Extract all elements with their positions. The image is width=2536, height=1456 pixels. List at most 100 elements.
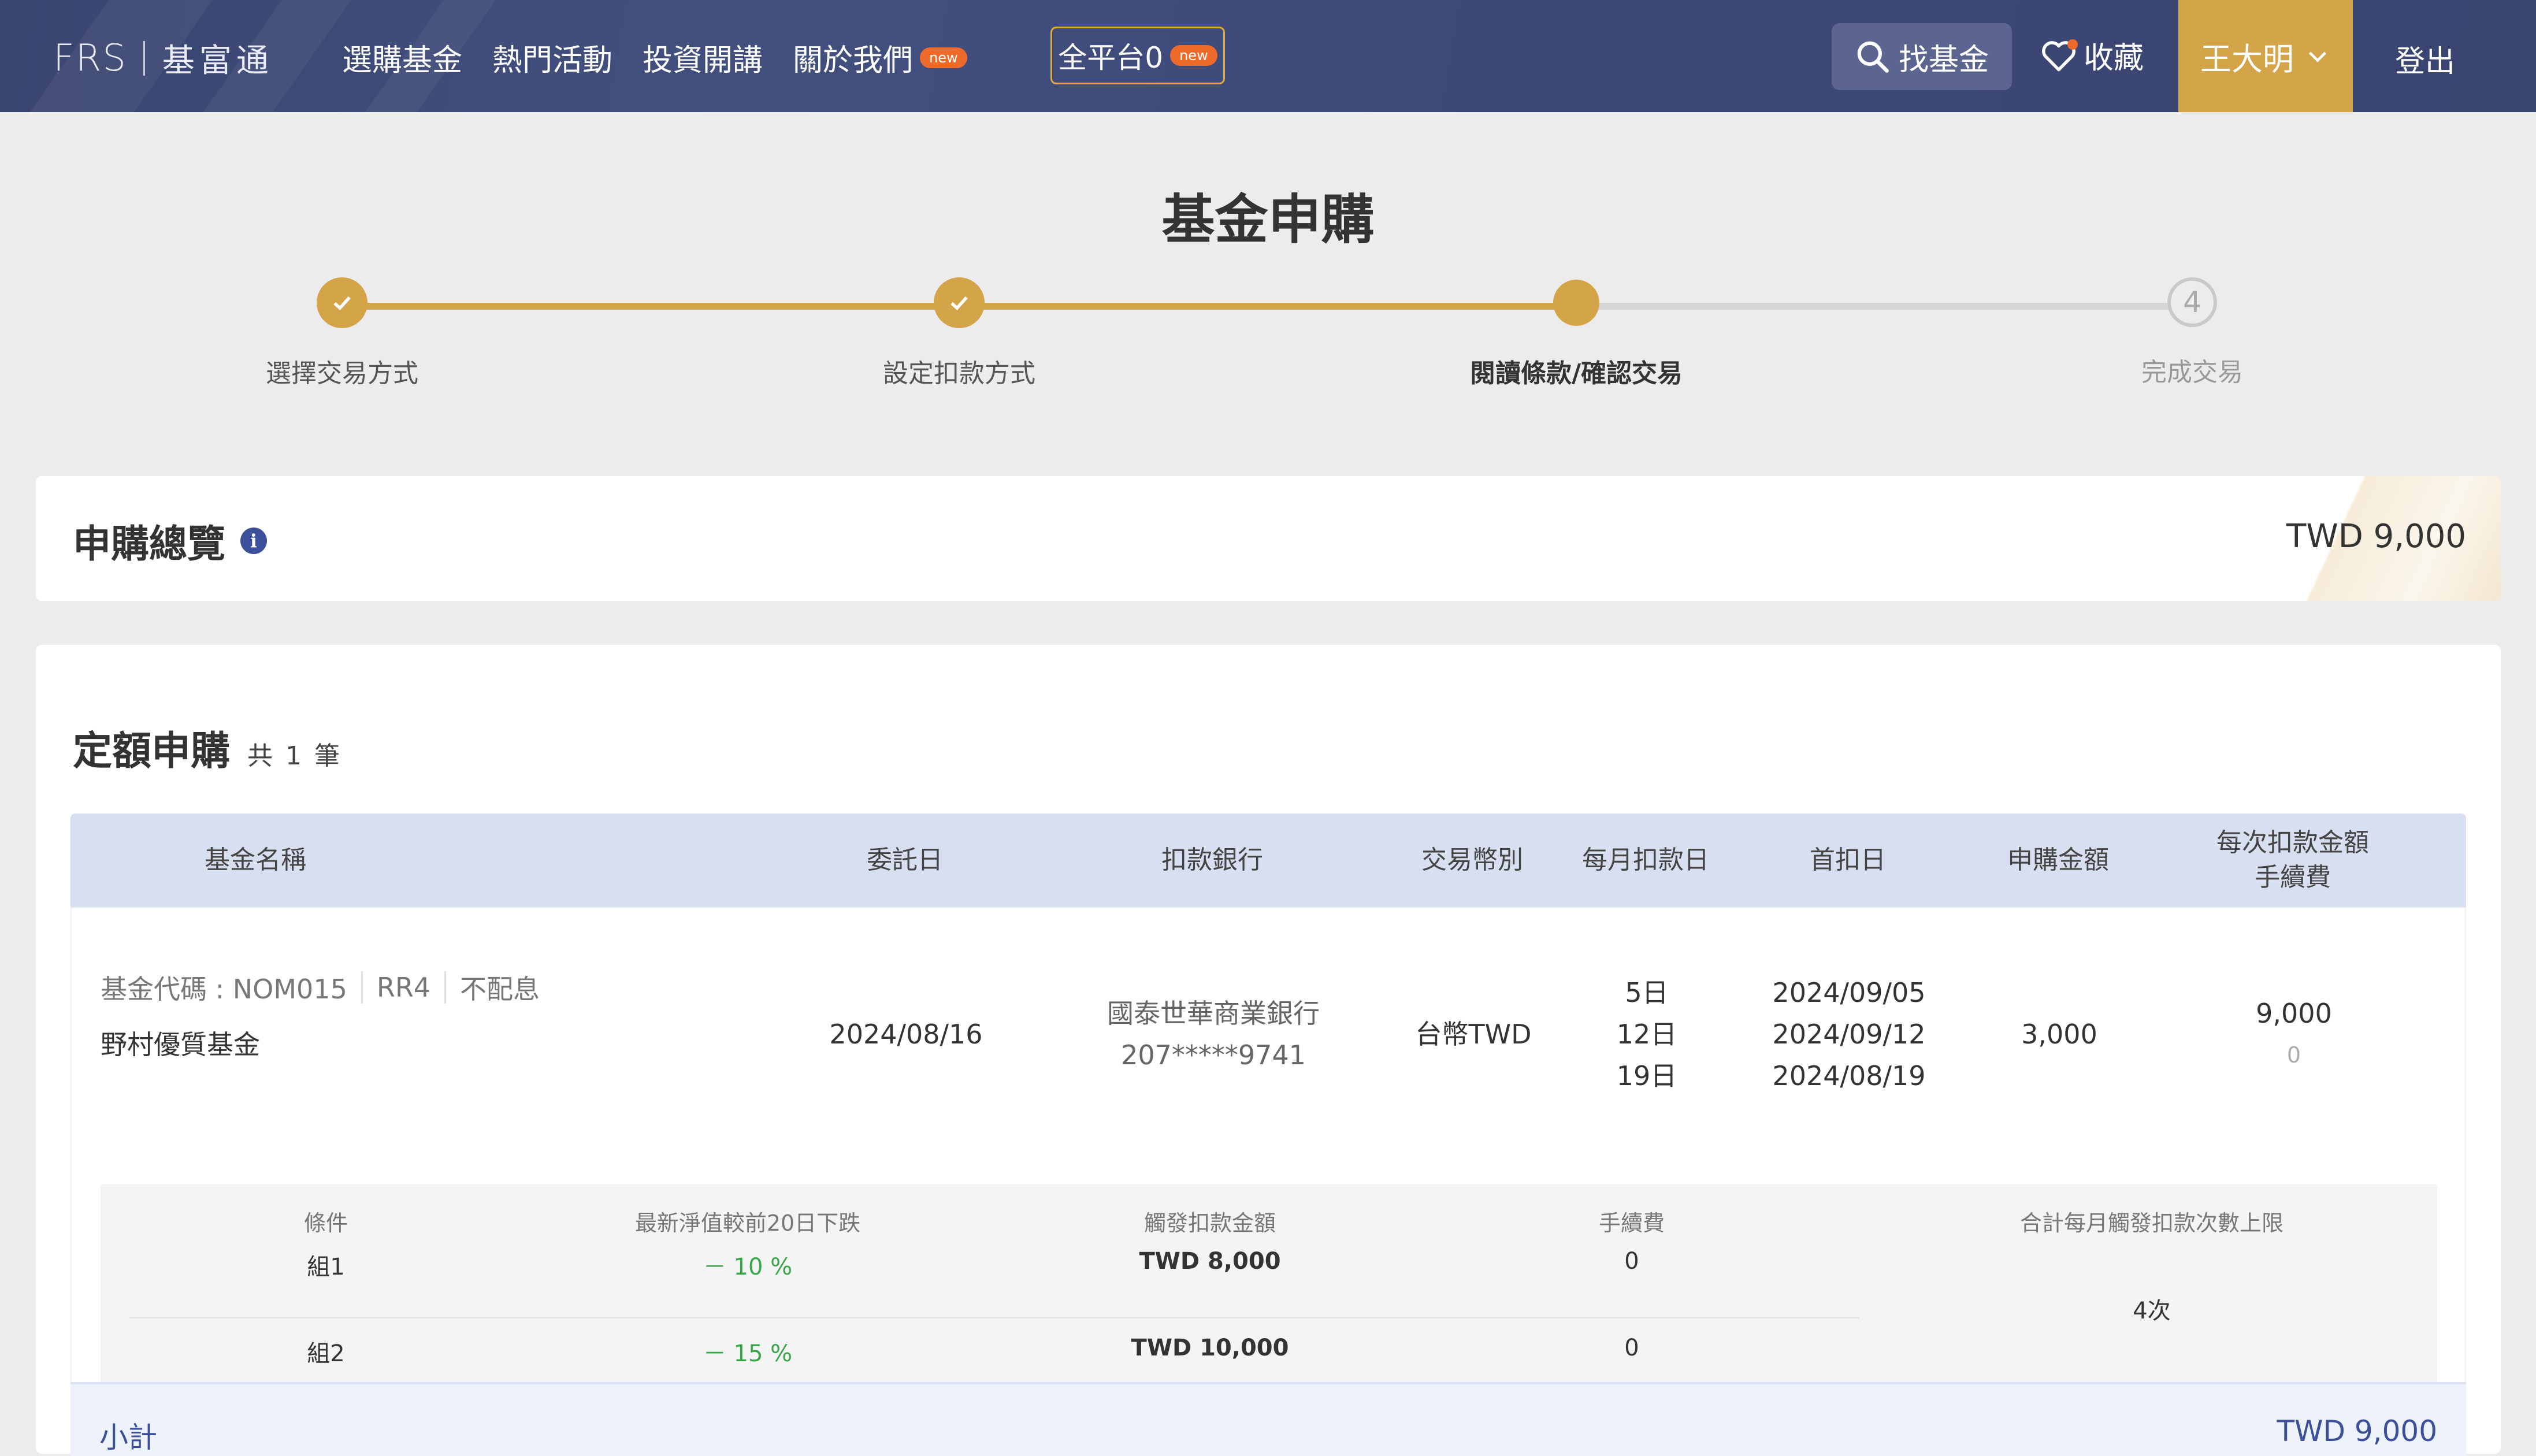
col-amount: 申購金額 xyxy=(2007,845,2109,875)
info-icon[interactable]: i xyxy=(240,528,267,554)
check-icon xyxy=(317,277,367,328)
nav-item-label: 投資開講 xyxy=(643,43,763,78)
meta-divider xyxy=(361,971,363,1004)
purchase-amount: 3,000 xyxy=(2021,1019,2097,1050)
cond-group: 組2 xyxy=(307,1340,345,1367)
new-badge: new xyxy=(920,47,967,68)
table-row: 基金代碼 : NOM015 RR4 不配息 野村優質基金 2024/08/16 … xyxy=(70,907,2466,1444)
subtotal-label: 小計 xyxy=(99,1421,157,1454)
fund-meta: 基金代碼 : NOM015 RR4 不配息 xyxy=(101,968,540,1006)
col-bank: 扣款銀行 xyxy=(1161,845,1263,875)
meta-divider xyxy=(444,971,447,1004)
summary-total: TWD 9,000 xyxy=(2286,518,2466,555)
summary-title: 申購總覽 i xyxy=(73,513,267,569)
platform-label: 全平台0 xyxy=(1058,41,1164,75)
top-navbar: FRS 基富通 選購基金 熱門活動 投資開講 關於我們 new 全平台0 new… xyxy=(0,0,2536,112)
regular-purchase-card: 定額申購 共 1 筆 基金名稱 委託日 扣款銀行 交易幣別 每月扣款日 首扣日 … xyxy=(36,645,2501,1456)
cond-trigger: TWD 10,000 xyxy=(1131,1335,1289,1361)
step-2: 設定扣款方式 xyxy=(728,277,1190,389)
step-label: 閱讀條款/確認交易 xyxy=(1469,359,1683,388)
cond-row-divider xyxy=(129,1317,1859,1318)
logout-link[interactable]: 登出 xyxy=(2395,37,2455,80)
user-menu-button[interactable]: 王大明 xyxy=(2178,0,2353,112)
bank-account: 207*****9741 xyxy=(1121,1039,1306,1071)
trigger-conditions-table: 條件 最新淨值較前20日下跌 觸發扣款金額 手續費 合計每月觸發扣款次數上限 組… xyxy=(101,1184,2437,1416)
step-number: 4 xyxy=(2167,277,2217,327)
step-label: 完成交易 xyxy=(2141,358,2243,387)
user-name: 王大明 xyxy=(2200,40,2294,77)
first-date: 2024/09/12 xyxy=(1772,1019,1926,1050)
chevron-down-icon xyxy=(2308,51,2327,62)
current-step-dot xyxy=(1553,280,1599,326)
col-per-deduct-line2: 手續費 xyxy=(2255,863,2331,892)
col-monthly-day: 每月扣款日 xyxy=(1582,845,1709,875)
monthly-day: 5日 xyxy=(1625,977,1669,1008)
bank-name: 國泰世華商業銀行 xyxy=(1107,998,1320,1029)
bank-info: 國泰世華商業銀行 207*****9741 xyxy=(1098,993,1329,1076)
step-3: 閱讀條款/確認交易 xyxy=(1345,277,1807,389)
first-dates: 2024/09/05 2024/09/12 2024/08/19 xyxy=(1762,972,1936,1097)
section-title: 定額申購 xyxy=(73,729,231,774)
col-fund-name: 基金名稱 xyxy=(205,845,306,875)
main-menu: 選購基金 熱門活動 投資開講 關於我們 new xyxy=(342,36,997,79)
nav-item-select-funds[interactable]: 選購基金 xyxy=(342,36,462,79)
dividend-type: 不配息 xyxy=(460,974,540,1005)
fund-code: 基金代碼 : NOM015 xyxy=(101,974,347,1005)
cond-col-condition: 條件 xyxy=(303,1210,348,1236)
fee-amount: 0 xyxy=(2286,1042,2301,1068)
table-header: 基金名稱 委託日 扣款銀行 交易幣別 每月扣款日 首扣日 申購金額 每次扣款金額… xyxy=(70,814,2466,907)
step-label: 選擇交易方式 xyxy=(266,359,418,388)
cond-col-limit: 合計每月觸發扣款次數上限 xyxy=(2019,1210,2283,1236)
monthly-day: 12日 xyxy=(1616,1019,1677,1050)
page-title: 基金申購 xyxy=(1161,189,1375,251)
nav-item-label: 選購基金 xyxy=(342,43,463,78)
risk-level: RR4 xyxy=(376,972,431,1003)
find-fund-button[interactable]: 找基金 xyxy=(1832,23,2012,90)
progress-stepper: 選擇交易方式 設定扣款方式 閱讀條款/確認交易 4 完成交易 xyxy=(0,277,2536,393)
subtotal-bar: 小計 TWD 9,000 xyxy=(70,1382,2466,1456)
col-entrust-date: 委託日 xyxy=(867,845,943,875)
cond-limit-value: 4次 xyxy=(2133,1298,2171,1324)
site-logo[interactable]: FRS 基富通 xyxy=(53,35,273,81)
entrust-date: 2024/08/16 xyxy=(829,1019,983,1050)
first-date: 2024/08/19 xyxy=(1772,1060,1926,1091)
section-count: 共 1 筆 xyxy=(247,741,342,771)
fund-name: 野村優質基金 xyxy=(101,1029,260,1060)
nav-item-about-us[interactable]: 關於我們 new xyxy=(793,36,967,79)
cond-fee: 0 xyxy=(1624,1335,1639,1361)
favorites-button[interactable]: 收藏 xyxy=(2040,34,2144,77)
cond-col-fee: 手續費 xyxy=(1598,1210,1665,1236)
favorites-label: 收藏 xyxy=(2084,41,2144,76)
cond-col-trigger: 觸發扣款金額 xyxy=(1143,1210,1276,1236)
monthly-days: 5日 12日 19日 xyxy=(1560,972,1733,1097)
new-badge: new xyxy=(1170,45,1217,66)
nav-item-investment-talks[interactable]: 投資開講 xyxy=(643,36,763,79)
per-deduct: 9,000 0 xyxy=(2178,993,2409,1076)
logo-name: 基富通 xyxy=(162,42,273,80)
purchase-summary-card: 申購總覽 i TWD 9,000 xyxy=(36,476,2501,601)
col-per-deduct-line1: 每次扣款金額 xyxy=(2216,828,2369,857)
currency: 台幣TWD xyxy=(1415,1019,1532,1050)
nav-item-label: 關於我們 xyxy=(793,43,914,78)
step-label: 設定扣款方式 xyxy=(883,359,1035,388)
first-date: 2024/09/05 xyxy=(1772,977,1926,1008)
per-deduct-amount: 9,000 xyxy=(2256,998,2332,1029)
nav-item-events[interactable]: 熱門活動 xyxy=(492,36,612,79)
heart-icon xyxy=(2040,38,2078,73)
cond-col-drop: 最新淨值較前20日下跌 xyxy=(634,1210,861,1236)
col-currency: 交易幣別 xyxy=(1421,845,1523,875)
zero-fee-platform-button[interactable]: 全平台0 new xyxy=(1050,27,1225,84)
search-icon xyxy=(1857,41,1889,73)
find-fund-label: 找基金 xyxy=(1898,42,1989,77)
col-per-deduct: 每次扣款金額 手續費 xyxy=(2177,814,2408,907)
check-icon xyxy=(934,277,985,328)
cond-drop: － 10 % xyxy=(703,1254,793,1280)
step-1: 選擇交易方式 xyxy=(111,277,573,389)
nav-item-label: 熱門活動 xyxy=(492,43,613,78)
notification-dot xyxy=(2067,39,2078,50)
subtotal-value: TWD 9,000 xyxy=(2277,1414,2437,1448)
cond-fee: 0 xyxy=(1624,1248,1639,1275)
section-header: 定額申購 共 1 筆 xyxy=(73,719,342,776)
logo-mark: FRS xyxy=(53,36,127,80)
col-first-date: 首扣日 xyxy=(1810,845,1886,875)
